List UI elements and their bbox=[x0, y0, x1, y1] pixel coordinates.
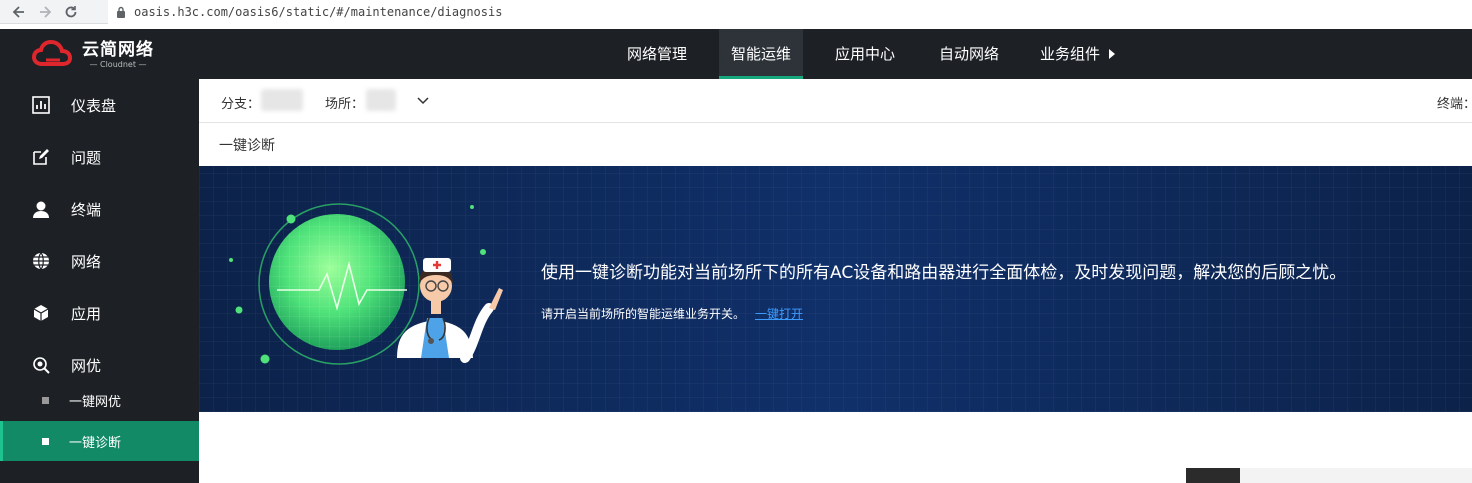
user-icon bbox=[31, 199, 51, 219]
doctor-illustration bbox=[229, 203, 503, 365]
sidebar-item-label: 网优 bbox=[71, 356, 102, 375]
topnav-business-components-label: 业务组件 bbox=[1040, 45, 1101, 63]
address-bar[interactable]: oasis.h3c.com/oasis6/static/#/maintenanc… bbox=[108, 0, 1472, 24]
page-title: 一键诊断 bbox=[219, 138, 275, 154]
sidebar-subitem-label: 一键网优 bbox=[69, 394, 122, 410]
topnav-business-components[interactable]: 业务组件 bbox=[1030, 29, 1110, 79]
dashboard-icon bbox=[31, 95, 51, 115]
sidebar-item-application[interactable]: 应用 bbox=[0, 287, 199, 339]
branch-select[interactable] bbox=[261, 89, 303, 111]
sidebar: 仪表盘 问题 终端 网络 应用 网优 一键网优 一键诊断 bbox=[0, 79, 199, 483]
sidebar-item-label: 应用 bbox=[71, 304, 102, 323]
topnav-smart-ops[interactable]: 智能运维 bbox=[719, 29, 803, 79]
branch-label: 分支： bbox=[221, 97, 261, 112]
edit-icon bbox=[31, 147, 51, 167]
sidebar-item-label: 网络 bbox=[71, 252, 102, 271]
enable-link[interactable]: 一键打开 bbox=[755, 307, 803, 321]
url-text: oasis.h3c.com/oasis6/static/#/maintenanc… bbox=[134, 5, 503, 19]
topnav-app-center[interactable]: 应用中心 bbox=[820, 29, 910, 79]
chevron-down-icon[interactable] bbox=[417, 97, 429, 105]
forward-icon[interactable] bbox=[32, 0, 58, 24]
bullet-icon bbox=[42, 437, 49, 445]
sidebar-item-dashboard[interactable]: 仪表盘 bbox=[0, 79, 199, 131]
lock-icon bbox=[117, 6, 125, 18]
sidebar-item-label: 问题 bbox=[71, 148, 102, 167]
banner-hint-text: 请开启当前场所的智能运维业务开关。 bbox=[541, 307, 746, 321]
site-label: 场所： bbox=[325, 97, 365, 112]
bullet-icon bbox=[42, 396, 49, 404]
page-title-bar: 一键诊断 bbox=[199, 123, 1472, 166]
back-icon[interactable] bbox=[6, 0, 32, 24]
logo-subtitle: — Cloudnet — bbox=[89, 60, 147, 69]
topnav-network-management[interactable]: 网络管理 bbox=[612, 29, 702, 79]
banner-hint: 请开启当前场所的智能运维业务开关。 一键打开 bbox=[541, 305, 803, 322]
sidebar-subitem-one-click-optimize[interactable]: 一键网优 bbox=[0, 380, 199, 420]
caret-right-icon bbox=[1109, 49, 1115, 59]
diagnosis-banner: 使用一键诊断功能对当前场所下的所有AC设备和路由器进行全面体检，及时发现问题，解… bbox=[199, 166, 1472, 412]
logo-title: 云简网络 bbox=[82, 40, 154, 60]
sidebar-subitem-label: 一键诊断 bbox=[69, 435, 122, 451]
terminal-label: 终端： bbox=[1437, 97, 1472, 112]
filter-bar: 分支： 场所： 终端： bbox=[199, 79, 1472, 123]
cube-icon bbox=[31, 303, 51, 323]
bottom-panel-dark bbox=[1186, 468, 1240, 483]
sidebar-item-issues[interactable]: 问题 bbox=[0, 131, 199, 183]
logo[interactable]: 云简网络 — Cloudnet — bbox=[32, 37, 162, 73]
reload-icon[interactable] bbox=[58, 0, 84, 24]
bottom-panel-light bbox=[1240, 468, 1472, 483]
globe-icon bbox=[31, 251, 51, 271]
sidebar-item-network[interactable]: 网络 bbox=[0, 235, 199, 287]
sidebar-item-terminal[interactable]: 终端 bbox=[0, 183, 199, 235]
cloud-logo-icon bbox=[32, 40, 73, 66]
banner-description: 使用一键诊断功能对当前场所下的所有AC设备和路由器进行全面体检，及时发现问题，解… bbox=[541, 263, 1347, 283]
sidebar-subitem-one-click-diagnosis[interactable]: 一键诊断 bbox=[0, 421, 199, 461]
browser-toolbar: oasis.h3c.com/oasis6/static/#/maintenanc… bbox=[0, 0, 1472, 24]
site-select[interactable] bbox=[366, 89, 396, 111]
sidebar-item-label: 仪表盘 bbox=[71, 96, 117, 115]
topnav-auto-network[interactable]: 自动网络 bbox=[924, 29, 1014, 79]
app-header: 云简网络 — Cloudnet — 网络管理 智能运维 应用中心 自动网络 业务… bbox=[0, 29, 1472, 79]
tuning-icon bbox=[31, 355, 51, 375]
sidebar-item-label: 终端 bbox=[71, 200, 102, 219]
